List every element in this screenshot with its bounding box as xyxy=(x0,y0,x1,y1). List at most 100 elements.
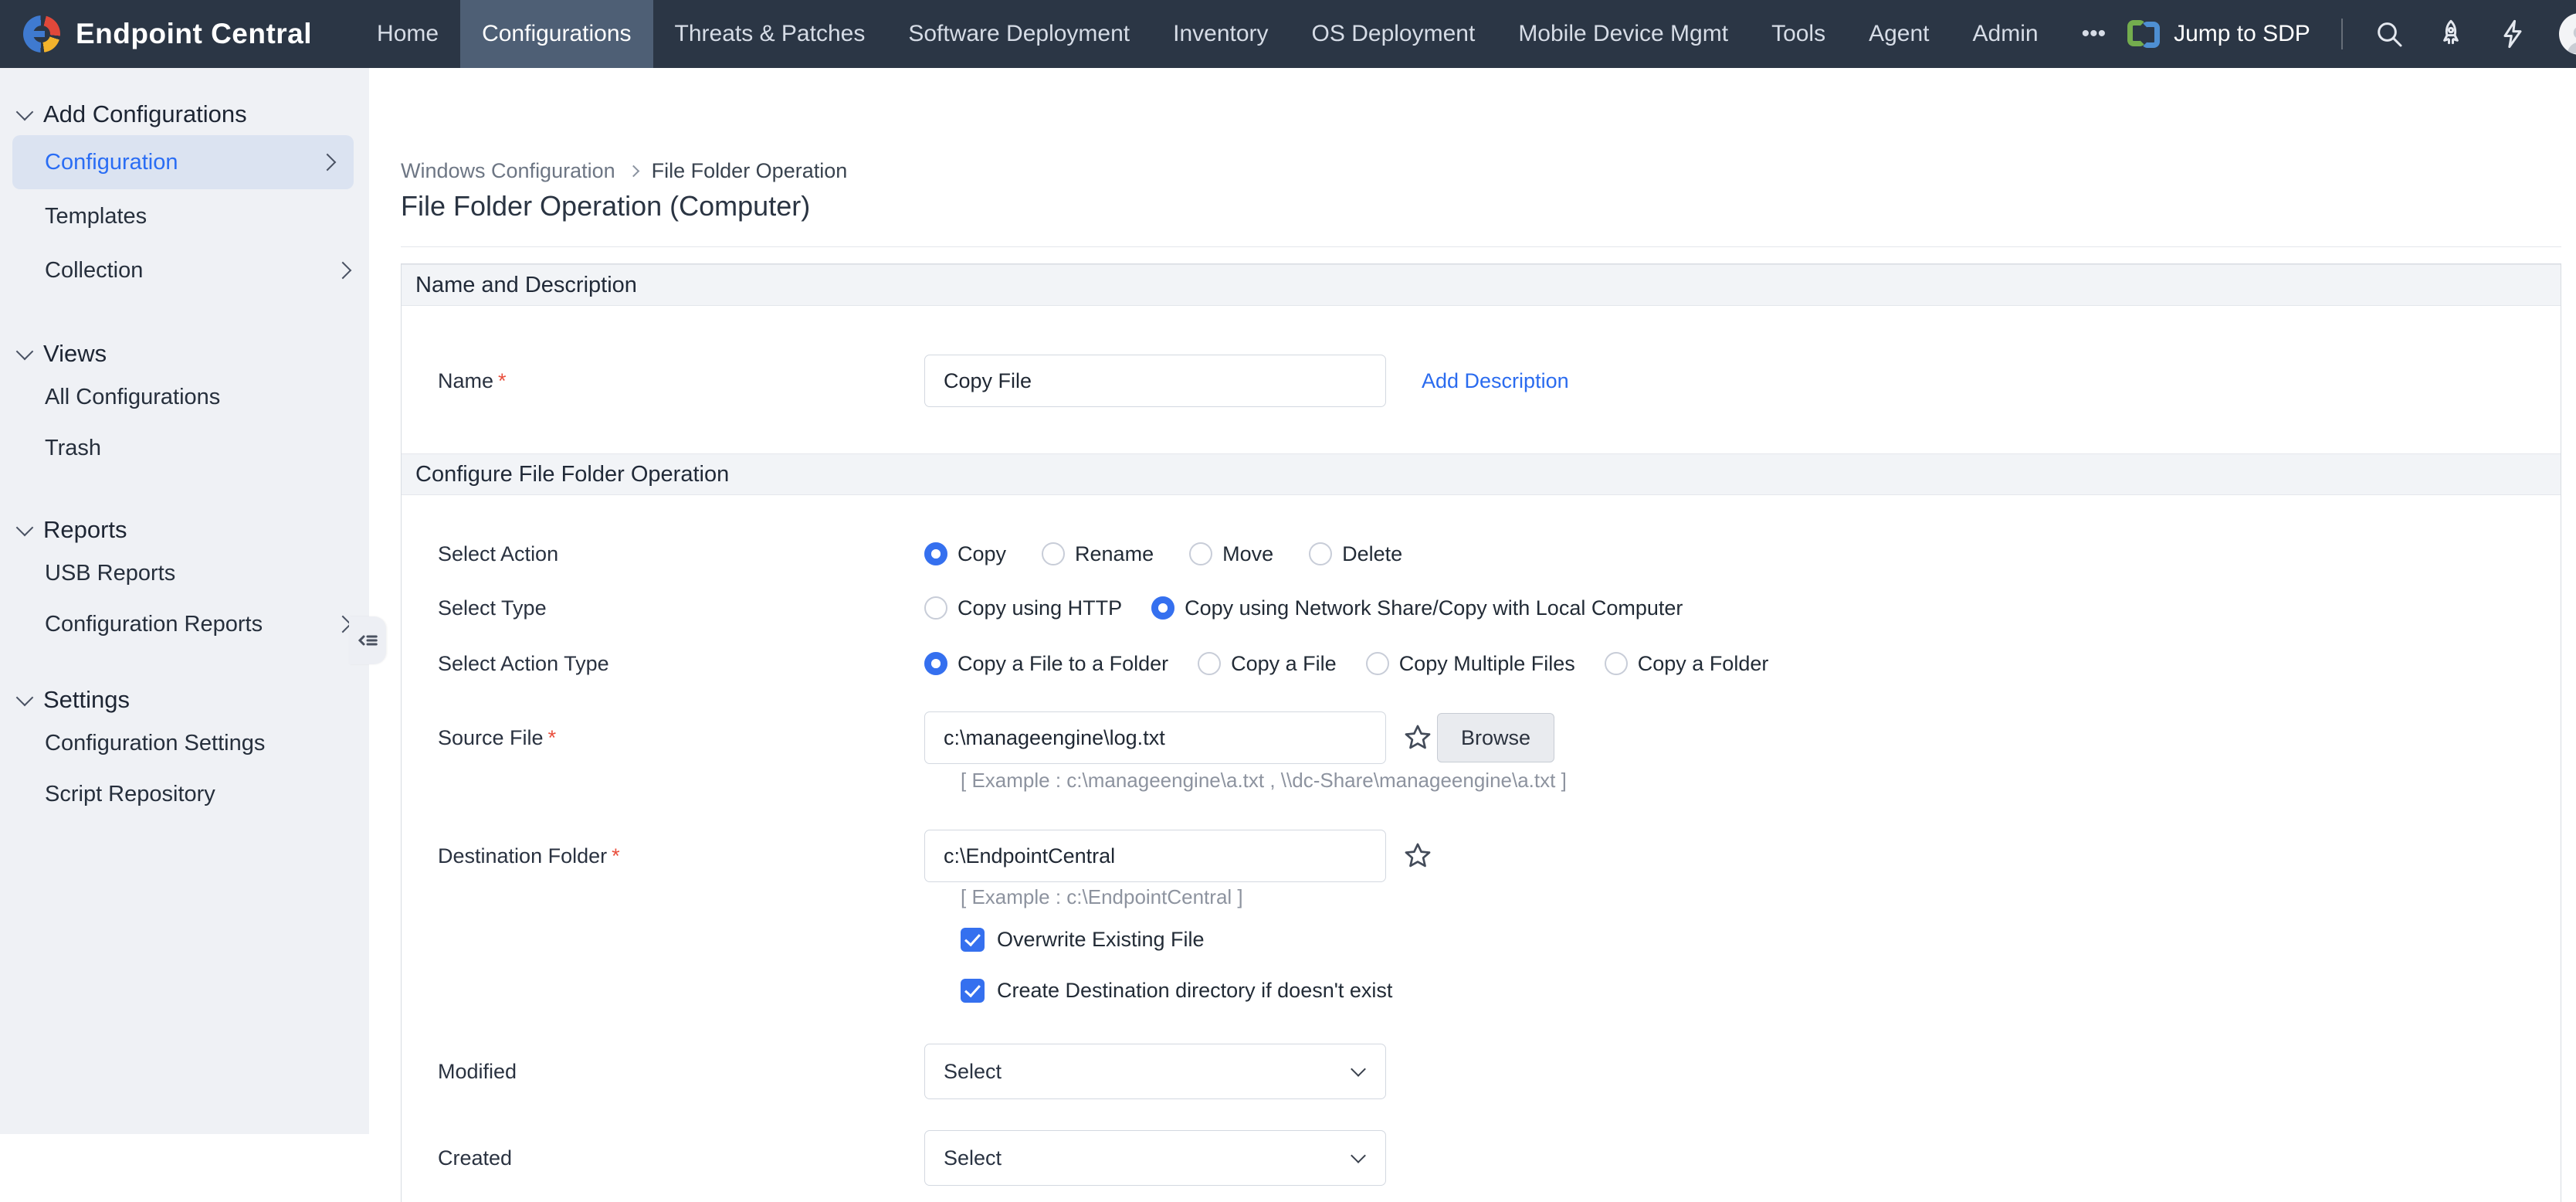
nav-menu: Home Configurations Threats & Patches So… xyxy=(355,0,2127,68)
favorite-star-icon[interactable] xyxy=(1403,723,1432,752)
sidebar-section-settings[interactable]: Settings xyxy=(0,682,369,718)
collapse-sidebar-icon xyxy=(356,629,379,652)
chevron-down-icon xyxy=(1351,1148,1366,1163)
chevron-down-icon xyxy=(16,689,34,707)
modified-label: Modified xyxy=(402,1060,924,1084)
radio-icon xyxy=(1189,542,1212,565)
nav-item-configurations[interactable]: Configurations xyxy=(460,0,652,68)
chevron-down-icon xyxy=(16,519,34,537)
radio-copy[interactable]: Copy xyxy=(924,542,1006,566)
radio-selected-icon xyxy=(924,652,947,675)
endpoint-central-logo-icon xyxy=(23,15,60,53)
radio-copy-file-to-folder[interactable]: Copy a File to a Folder xyxy=(924,652,1168,676)
search-icon[interactable] xyxy=(2374,19,2405,49)
add-description-link[interactable]: Add Description xyxy=(1422,369,1569,393)
nav-item-mobile-device-mgmt[interactable]: Mobile Device Mgmt xyxy=(1496,0,1750,68)
nav-item-inventory[interactable]: Inventory xyxy=(1151,0,1290,68)
form-row-modified: Modified Select xyxy=(402,1044,2561,1099)
select-action-label: Select Action xyxy=(402,542,924,566)
radio-selected-icon xyxy=(1151,596,1174,620)
radio-icon xyxy=(1309,542,1332,565)
nav-item-admin[interactable]: Admin xyxy=(1951,0,2060,68)
source-file-input[interactable] xyxy=(924,711,1386,764)
form-row-select-action: Select Action Copy Rename Move Delete xyxy=(402,528,2561,580)
radio-copy-using-network-share[interactable]: Copy using Network Share/Copy with Local… xyxy=(1151,596,1683,620)
checkbox-checked-icon xyxy=(961,928,985,952)
sidebar-item-usb-reports[interactable]: USB Reports xyxy=(0,548,369,599)
radio-copy-multiple-files[interactable]: Copy Multiple Files xyxy=(1366,652,1575,676)
source-file-example-text: [ Example : c:\manageengine\a.txt , \\dc… xyxy=(961,769,1567,793)
page-title: File Folder Operation (Computer) xyxy=(401,190,810,222)
sidebar-item-trash[interactable]: Trash xyxy=(0,423,369,474)
nav-item-more[interactable]: ••• xyxy=(2060,0,2128,68)
sidebar-collapse-button[interactable] xyxy=(349,616,386,664)
select-type-label: Select Type xyxy=(402,596,924,620)
checkbox-create-destination-directory[interactable]: Create Destination directory if doesn't … xyxy=(961,977,1392,1003)
nav-item-tools[interactable]: Tools xyxy=(1750,0,1847,68)
divider xyxy=(2341,19,2343,49)
jump-to-sdp-button[interactable]: Jump to SDP xyxy=(2127,19,2310,49)
source-file-label: Source File* xyxy=(402,726,924,750)
chevron-down-icon xyxy=(1351,1061,1366,1077)
form-row-select-type: Select Type Copy using HTTP Copy using N… xyxy=(402,582,2561,634)
nav-item-software-deployment[interactable]: Software Deployment xyxy=(886,0,1151,68)
radio-icon xyxy=(1042,542,1065,565)
required-asterisk: * xyxy=(548,726,557,749)
sidebar-item-configuration-settings[interactable]: Configuration Settings xyxy=(0,718,369,769)
radio-icon xyxy=(1198,652,1221,675)
whats-new-rocket-icon[interactable] xyxy=(2435,19,2466,49)
user-avatar[interactable] xyxy=(2559,13,2576,55)
nav-right-cluster: Jump to SDP xyxy=(2127,0,2576,68)
form-row-source-file: Source File* Browse xyxy=(402,711,2561,764)
sidebar-item-configuration[interactable]: Configuration xyxy=(12,135,354,189)
sidebar-item-templates[interactable]: Templates xyxy=(0,189,369,243)
sidebar-section-views[interactable]: Views xyxy=(0,336,369,372)
radio-selected-icon xyxy=(924,542,947,565)
browse-button[interactable]: Browse xyxy=(1437,713,1554,762)
required-asterisk: * xyxy=(612,844,620,868)
created-select[interactable]: Select xyxy=(924,1130,1386,1186)
name-input[interactable] xyxy=(924,355,1386,407)
form-row-select-action-type: Select Action Type Copy a File to a Fold… xyxy=(402,637,2561,690)
sidebar-section-reports[interactable]: Reports xyxy=(0,512,369,548)
favorite-star-icon[interactable] xyxy=(1403,841,1432,871)
brand[interactable]: Endpoint Central xyxy=(0,0,355,68)
radio-icon xyxy=(1366,652,1389,675)
sidebar-item-collection[interactable]: Collection xyxy=(0,243,369,297)
sidebar: Add Configurations Configuration Templat… xyxy=(0,68,369,1134)
destination-folder-input[interactable] xyxy=(924,830,1386,882)
sidebar-item-script-repository[interactable]: Script Repository xyxy=(0,769,369,820)
radio-delete[interactable]: Delete xyxy=(1309,542,1402,566)
nav-item-agent[interactable]: Agent xyxy=(1847,0,1951,68)
radio-copy-a-file[interactable]: Copy a File xyxy=(1198,652,1337,676)
chevron-down-icon xyxy=(16,104,34,121)
chevron-down-icon xyxy=(16,343,34,361)
modified-select[interactable]: Select xyxy=(924,1044,1386,1099)
form-row-created: Created Select xyxy=(402,1130,2561,1186)
divider xyxy=(401,246,2561,247)
checkbox-checked-icon xyxy=(961,979,985,1003)
breadcrumb-current: File Folder Operation xyxy=(652,159,848,183)
section-header-configure: Configure File Folder Operation xyxy=(402,453,2561,495)
checkbox-overwrite-existing-file[interactable]: Overwrite Existing File xyxy=(961,926,1205,952)
destination-folder-example-text: [ Example : c:\EndpointCentral ] xyxy=(961,885,1243,909)
nav-item-os-deployment[interactable]: OS Deployment xyxy=(1290,0,1497,68)
sidebar-item-configuration-reports[interactable]: Configuration Reports xyxy=(0,599,369,650)
destination-folder-label: Destination Folder* xyxy=(402,844,924,868)
radio-rename[interactable]: Rename xyxy=(1042,542,1154,566)
chevron-right-icon xyxy=(627,165,639,178)
sidebar-section-add-configurations[interactable]: Add Configurations xyxy=(0,97,369,132)
radio-copy-using-http[interactable]: Copy using HTTP xyxy=(924,596,1122,620)
breadcrumb-windows-configuration[interactable]: Windows Configuration xyxy=(401,159,615,183)
select-action-type-label: Select Action Type xyxy=(402,652,924,676)
breadcrumb: Windows Configuration File Folder Operat… xyxy=(401,159,847,183)
main-content: Windows Configuration File Folder Operat… xyxy=(369,68,2576,1134)
radio-copy-a-folder[interactable]: Copy a Folder xyxy=(1605,652,1769,676)
quick-actions-bolt-icon[interactable] xyxy=(2497,19,2528,49)
nav-item-threats-patches[interactable]: Threats & Patches xyxy=(653,0,887,68)
radio-move[interactable]: Move xyxy=(1189,542,1273,566)
sidebar-item-all-configurations[interactable]: All Configurations xyxy=(0,372,369,423)
nav-item-home[interactable]: Home xyxy=(355,0,460,68)
sdp-logo-icon xyxy=(2127,19,2161,49)
chevron-right-icon xyxy=(319,154,337,171)
